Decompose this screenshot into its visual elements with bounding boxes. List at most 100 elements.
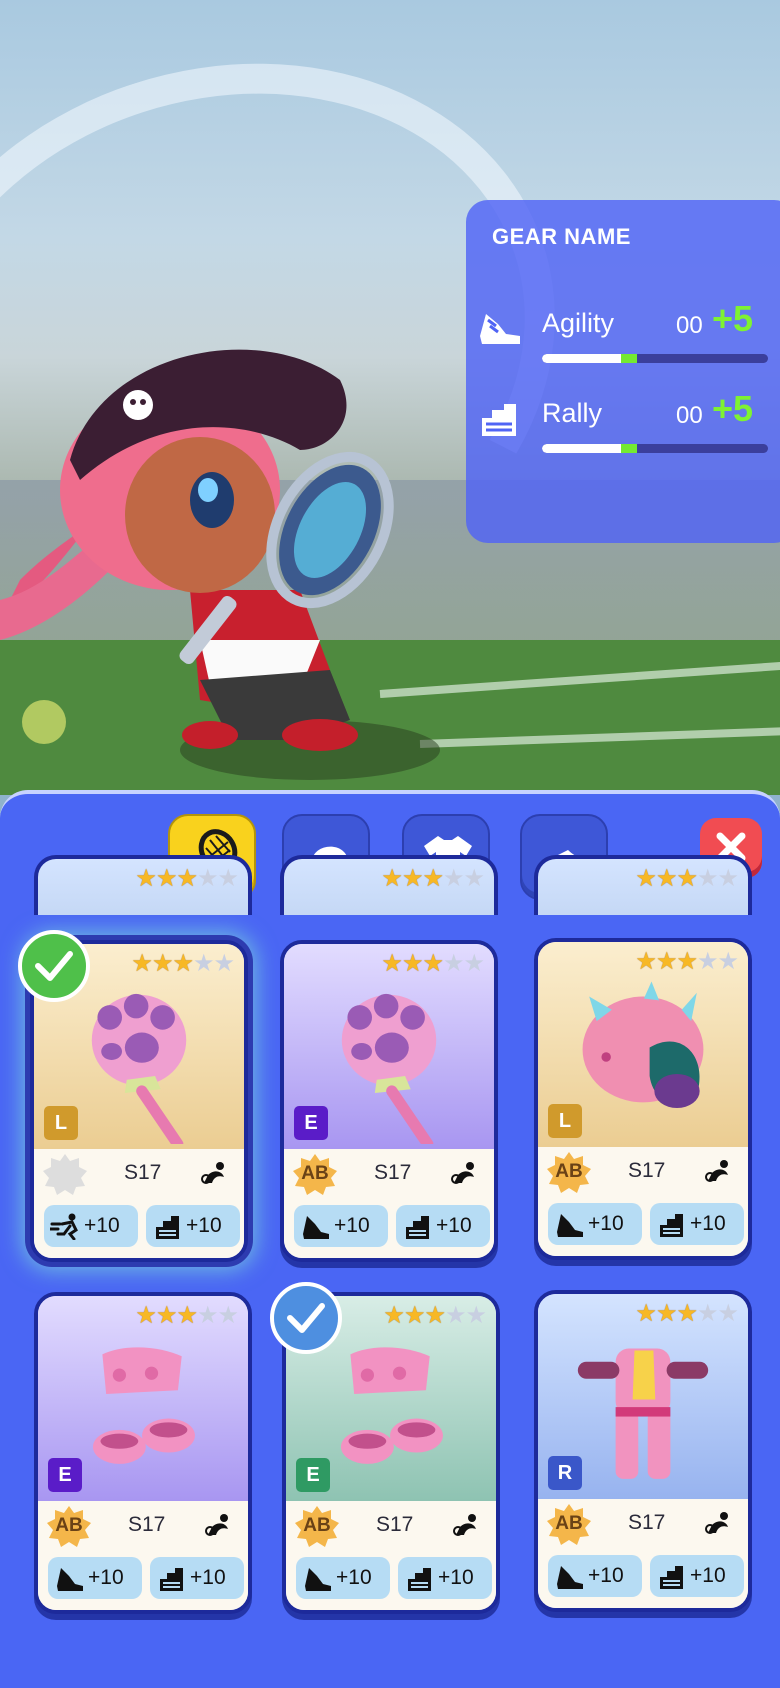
agility-shoe-icon xyxy=(305,1568,331,1591)
star-icon: ★ xyxy=(217,864,238,892)
stat-bonus-value: +10 xyxy=(690,1212,726,1235)
stat-bonus-pill: +10 xyxy=(396,1205,490,1247)
agility-shoe-icon xyxy=(557,1214,583,1237)
star-icon: ★ xyxy=(196,1301,218,1329)
season-label: S17 xyxy=(628,1511,666,1534)
card-art: ★★★★★ R xyxy=(538,1294,748,1499)
gear-card[interactable]: ★★★★★ L AB S17 +10 +10 xyxy=(534,938,752,1260)
partial-card[interactable]: ★★★★★ xyxy=(534,855,752,915)
season-label: S17 xyxy=(376,1513,414,1536)
equipped-check xyxy=(18,930,90,1002)
star-icon: ★ xyxy=(383,1301,404,1329)
star-icon: ★ xyxy=(696,1299,718,1327)
star-icon: ★ xyxy=(176,1301,197,1329)
card-bonus-row: +10 +10 xyxy=(34,1199,244,1258)
star-icon: ★ xyxy=(131,949,152,977)
star-icon: ★ xyxy=(444,1301,466,1329)
star-icon: ★ xyxy=(422,949,443,977)
rarity-badge: E xyxy=(296,1458,330,1492)
star-rating: ★★★★★ xyxy=(135,864,239,892)
running-player-icon xyxy=(205,1514,228,1536)
stat-bonus-value: +10 xyxy=(190,1566,226,1589)
star-rating: ★★★★★ xyxy=(383,1301,487,1329)
gear-card[interactable]: ★★★★★ R AB S17 +10 +10 xyxy=(534,1290,752,1612)
star-icon: ★ xyxy=(442,864,464,892)
rarity-badge: E xyxy=(294,1106,328,1140)
card-art: ★★★★★ L xyxy=(538,942,748,1147)
partial-card[interactable]: ★★★★★ xyxy=(34,855,252,915)
card-info-bar: AB S17 xyxy=(284,1149,494,1199)
star-icon: ★ xyxy=(655,947,677,975)
stat-bar-base xyxy=(542,444,622,453)
star-rating: ★★★★★ xyxy=(381,949,485,977)
stat-bar-bonus xyxy=(621,354,637,363)
card-info-bar: AB S17 xyxy=(38,1501,248,1551)
star-icon: ★ xyxy=(676,947,697,975)
stat-bonus-value: +10 xyxy=(186,1214,222,1237)
gear-stats-panel: GEAR NAME Agility 00 +5 Rally 00 +5 xyxy=(466,200,780,543)
stat-bonus-pill: +10 xyxy=(548,1203,642,1245)
gear-card[interactable]: ★★★★★ E AB S17 +10 +10 xyxy=(34,1292,252,1614)
card-info-bar: S17 xyxy=(34,1149,244,1199)
stat-rally: Rally 00 +5 xyxy=(476,388,776,460)
gear-card[interactable]: ★★★★★ E AB S17 +10 +10 xyxy=(280,940,498,1262)
star-icon: ★ xyxy=(696,947,718,975)
star-icon: ★ xyxy=(422,864,443,892)
star-icon: ★ xyxy=(424,1301,445,1329)
star-rating: ★★★★★ xyxy=(381,864,485,892)
grade-badge xyxy=(42,1153,88,1195)
star-icon: ★ xyxy=(151,949,173,977)
rarity-badge: E xyxy=(48,1458,82,1492)
star-icon: ★ xyxy=(717,864,738,892)
star-rating: ★★★★★ xyxy=(635,947,739,975)
star-icon: ★ xyxy=(135,864,156,892)
agility-shoe-icon xyxy=(57,1568,83,1591)
star-icon: ★ xyxy=(217,1301,238,1329)
partial-card[interactable]: ★★★★★ xyxy=(280,855,498,915)
checkmark-icon xyxy=(287,1303,325,1333)
stat-bonus-value: +10 xyxy=(84,1214,120,1237)
star-icon: ★ xyxy=(635,947,656,975)
grade-badge: AB xyxy=(46,1505,92,1547)
grade-badge: AB xyxy=(546,1151,592,1193)
checkmark-icon xyxy=(35,951,73,981)
stat-progress-bar xyxy=(542,354,768,363)
card-bonus-row: +10 +10 xyxy=(286,1551,496,1610)
card-info-bar: AB S17 xyxy=(538,1147,748,1197)
star-rating: ★★★★★ xyxy=(635,1299,739,1327)
grade-label: AB xyxy=(303,1515,331,1536)
card-bonus-row: +10 +10 xyxy=(538,1549,748,1608)
grade-badge: AB xyxy=(546,1503,592,1545)
star-icon: ★ xyxy=(155,1301,177,1329)
stat-bonus-value: +10 xyxy=(436,1214,472,1237)
star-icon: ★ xyxy=(381,864,402,892)
star-icon: ★ xyxy=(135,1301,156,1329)
star-icon: ★ xyxy=(196,864,218,892)
card-info-bar: AB S17 xyxy=(286,1501,496,1551)
grade-label: AB xyxy=(55,1515,83,1536)
dash-runner-icon xyxy=(50,1213,78,1240)
star-icon: ★ xyxy=(155,864,177,892)
card-art: ★★★★★ E xyxy=(38,1296,248,1501)
star-icon: ★ xyxy=(465,1301,486,1329)
stat-agility: Agility 00 +5 xyxy=(476,298,776,370)
rally-stairs-icon xyxy=(156,1216,179,1239)
rarity-badge: L xyxy=(44,1106,78,1140)
rally-stairs-icon xyxy=(160,1568,183,1591)
star-icon: ★ xyxy=(192,949,214,977)
grade-label: AB xyxy=(301,1163,329,1184)
stat-bonus-pill: +10 xyxy=(294,1205,388,1247)
stat-bonus-pill: +10 xyxy=(296,1557,390,1599)
card-bonus-row: +10 +10 xyxy=(284,1199,494,1258)
stat-bonus: +5 xyxy=(712,388,754,429)
running-player-icon xyxy=(201,1162,224,1184)
star-icon: ★ xyxy=(676,864,697,892)
stat-bonus-value: +10 xyxy=(334,1214,370,1237)
stat-bonus-pill: +10 xyxy=(146,1205,240,1247)
rarity-badge: L xyxy=(548,1104,582,1138)
star-icon: ★ xyxy=(655,864,677,892)
stat-bonus-value: +10 xyxy=(588,1564,624,1587)
stat-bonus-value: +10 xyxy=(588,1212,624,1235)
card-info-bar: AB S17 xyxy=(538,1499,748,1549)
season-label: S17 xyxy=(128,1513,166,1536)
